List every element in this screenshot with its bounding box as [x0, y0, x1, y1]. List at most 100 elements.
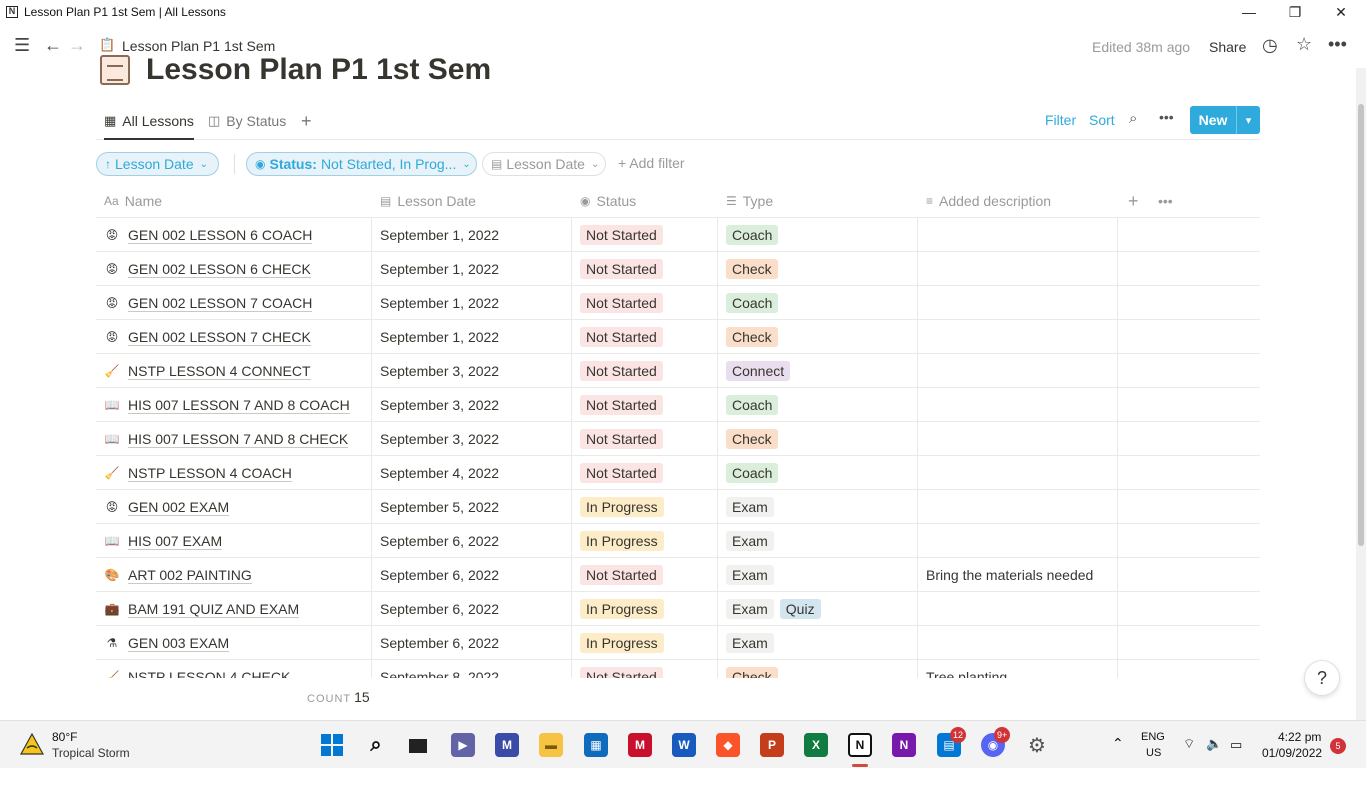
lesson-name[interactable]: GEN 002 LESSON 7 COACH	[128, 295, 313, 312]
lesson-name[interactable]: GEN 002 LESSON 7 CHECK	[128, 329, 311, 346]
name-cell[interactable]: 😡 GEN 002 LESSON 6 CHECK	[104, 252, 311, 286]
lesson-name[interactable]: BAM 191 QUIZ AND EXAM	[128, 601, 300, 618]
back-arrow-icon[interactable]: ←	[44, 35, 62, 56]
status-cell[interactable]: In Progress	[580, 592, 670, 626]
battery-icon[interactable]: ▭	[1230, 737, 1242, 785]
lesson-name[interactable]: NSTP LESSON 4 CHECK	[128, 669, 290, 679]
search-icon[interactable]: ⌕	[1129, 110, 1137, 127]
name-cell[interactable]: 😡 GEN 002 LESSON 7 COACH	[104, 286, 313, 320]
name-cell[interactable]: 😡 GEN 002 LESSON 7 CHECK	[104, 320, 311, 354]
type-cell[interactable]: Coach	[726, 456, 784, 490]
lesson-name[interactable]: GEN 002 EXAM	[128, 499, 230, 516]
table-row[interactable]: 📖 HIS 007 LESSON 7 AND 8 CHECK September 3…	[96, 422, 1260, 456]
status-cell[interactable]: Not Started	[580, 660, 669, 678]
scrollbar-thumb[interactable]	[1358, 104, 1364, 546]
lesson-date-cell[interactable]: September 6, 2022	[380, 558, 499, 592]
lesson-name[interactable]: NSTP LESSON 4 COACH	[128, 465, 292, 482]
task-view-icon[interactable]	[406, 733, 430, 757]
lesson-name[interactable]: GEN 003 EXAM	[128, 635, 230, 652]
description-cell[interactable]: Tree planting	[926, 660, 1007, 678]
table-row[interactable]: ⚗ GEN 003 EXAM September 6, 2022 In Progres…	[96, 626, 1260, 660]
chevron-down-icon[interactable]: ▾	[1237, 114, 1260, 127]
new-button[interactable]: New ▾	[1190, 106, 1260, 134]
column-header-name[interactable]: Aa Name	[104, 184, 162, 218]
wifi-icon[interactable]: ⌔	[1183, 736, 1195, 784]
help-button[interactable]: ?	[1304, 660, 1340, 696]
teams-chat-icon[interactable]: ▶	[451, 733, 475, 757]
table-row[interactable]: 😡 GEN 002 LESSON 7 COACH September 1, 2022…	[96, 286, 1260, 320]
table-row[interactable]: 🎨 ART 002 PAINTING September 6, 2022 Not St…	[96, 558, 1260, 592]
status-cell[interactable]: Not Started	[580, 388, 669, 422]
file-explorer-icon[interactable]: ▬	[539, 733, 563, 757]
powerpoint-icon[interactable]: P	[760, 733, 784, 757]
menu-icon[interactable]: ☰	[14, 35, 30, 56]
status-cell[interactable]: Not Started	[580, 558, 669, 592]
clipboard-icon[interactable]	[100, 55, 130, 85]
status-cell[interactable]: In Progress	[580, 524, 670, 558]
page-title[interactable]: Lesson Plan P1 1st Sem	[146, 53, 491, 87]
lesson-date-cell[interactable]: September 6, 2022	[380, 626, 499, 660]
type-cell[interactable]: Check	[726, 660, 784, 678]
lesson-name[interactable]: HIS 007 LESSON 7 AND 8 CHECK	[128, 431, 349, 448]
close-button[interactable]: ✕	[1318, 0, 1364, 24]
mcafee-icon[interactable]: M	[628, 733, 652, 757]
name-cell[interactable]: 😡 GEN 002 LESSON 6 COACH	[104, 218, 313, 252]
table-row[interactable]: 🧹 NSTP LESSON 4 COACH September 4, 2022 Not…	[96, 456, 1260, 490]
status-cell[interactable]: In Progress	[580, 490, 670, 524]
status-cell[interactable]: Not Started	[580, 320, 669, 354]
type-cell[interactable]: Coach	[726, 218, 784, 252]
lesson-date-cell[interactable]: September 3, 2022	[380, 422, 499, 456]
region-indicator[interactable]: US	[1146, 747, 1161, 759]
name-cell[interactable]: 📖 HIS 007 LESSON 7 AND 8 COACH	[104, 388, 350, 422]
sort-pill[interactable]: ↑ Lesson Date ⌄	[96, 152, 219, 176]
lesson-name[interactable]: HIS 007 EXAM	[128, 533, 223, 550]
table-row[interactable]: 😡 GEN 002 LESSON 7 CHECK September 1, 2022…	[96, 320, 1260, 354]
storm-warning-icon[interactable]	[20, 733, 44, 755]
lesson-date-cell[interactable]: September 1, 2022	[380, 286, 499, 320]
lesson-date-cell[interactable]: September 3, 2022	[380, 354, 499, 388]
column-header-lesson-date[interactable]: ▤ Lesson Date	[380, 184, 476, 218]
status-filter-pill[interactable]: ◉ Status: Not Started, In Prog... ⌄	[246, 152, 477, 176]
clock-date[interactable]: 01/09/2022	[1262, 746, 1322, 760]
more-options-icon[interactable]: •••	[1328, 34, 1347, 55]
type-cell[interactable]: Check	[726, 422, 784, 456]
name-cell[interactable]: 💼 BAM 191 QUIZ AND EXAM	[104, 592, 300, 626]
page-scrollbar[interactable]	[1356, 68, 1366, 720]
lesson-date-cell[interactable]: September 6, 2022	[380, 592, 499, 626]
history-clock-icon[interactable]: ◷	[1262, 35, 1278, 56]
microsoft-store-icon[interactable]: ▦	[584, 733, 608, 757]
name-cell[interactable]: 📖 HIS 007 EXAM	[104, 524, 223, 558]
type-cell[interactable]: Connect	[726, 354, 796, 388]
type-cell[interactable]: Coach	[726, 388, 784, 422]
name-cell[interactable]: 🧹 NSTP LESSON 4 COACH	[104, 456, 292, 490]
table-row[interactable]: 😡 GEN 002 LESSON 6 CHECK September 1, 2022…	[96, 252, 1260, 286]
status-cell[interactable]: In Progress	[580, 626, 670, 660]
brave-browser-icon[interactable]: ◆	[716, 733, 740, 757]
notion-icon[interactable]: N	[848, 733, 872, 757]
column-header-type[interactable]: ☰ Type	[726, 184, 773, 218]
weather-description[interactable]: Tropical Storm	[52, 746, 130, 760]
name-cell[interactable]: 🎨 ART 002 PAINTING	[104, 558, 252, 592]
lesson-date-cell[interactable]: September 5, 2022	[380, 490, 499, 524]
table-row[interactable]: 📖 HIS 007 EXAM September 6, 2022 In Progres…	[96, 524, 1260, 558]
forward-arrow-icon[interactable]: →	[68, 35, 86, 56]
language-indicator[interactable]: ENG	[1141, 731, 1165, 743]
word-icon[interactable]: W	[672, 733, 696, 757]
type-cell[interactable]: Exam Quiz	[726, 592, 827, 626]
date-filter-pill[interactable]: ▤ Lesson Date ⌄	[482, 152, 606, 176]
volume-icon[interactable]: 🔈	[1206, 736, 1222, 784]
type-cell[interactable]: Exam	[726, 626, 780, 660]
lesson-date-cell[interactable]: September 4, 2022	[380, 456, 499, 490]
name-cell[interactable]: ⚗ GEN 003 EXAM	[104, 626, 230, 660]
status-cell[interactable]: Not Started	[580, 252, 669, 286]
favorite-star-icon[interactable]: ☆	[1296, 34, 1312, 55]
lesson-date-cell[interactable]: September 6, 2022	[380, 524, 499, 558]
lesson-name[interactable]: GEN 002 LESSON 6 COACH	[128, 227, 313, 244]
status-cell[interactable]: Not Started	[580, 456, 669, 490]
settings-gear-icon[interactable]: ⚙	[1025, 733, 1049, 757]
weather-temperature[interactable]: 80°F	[52, 730, 77, 744]
table-row[interactable]: 😡 GEN 002 EXAM September 5, 2022 In Progres…	[96, 490, 1260, 524]
clock-time[interactable]: 4:22 pm	[1278, 730, 1321, 744]
lesson-date-cell[interactable]: September 1, 2022	[380, 252, 499, 286]
status-cell[interactable]: Not Started	[580, 286, 669, 320]
